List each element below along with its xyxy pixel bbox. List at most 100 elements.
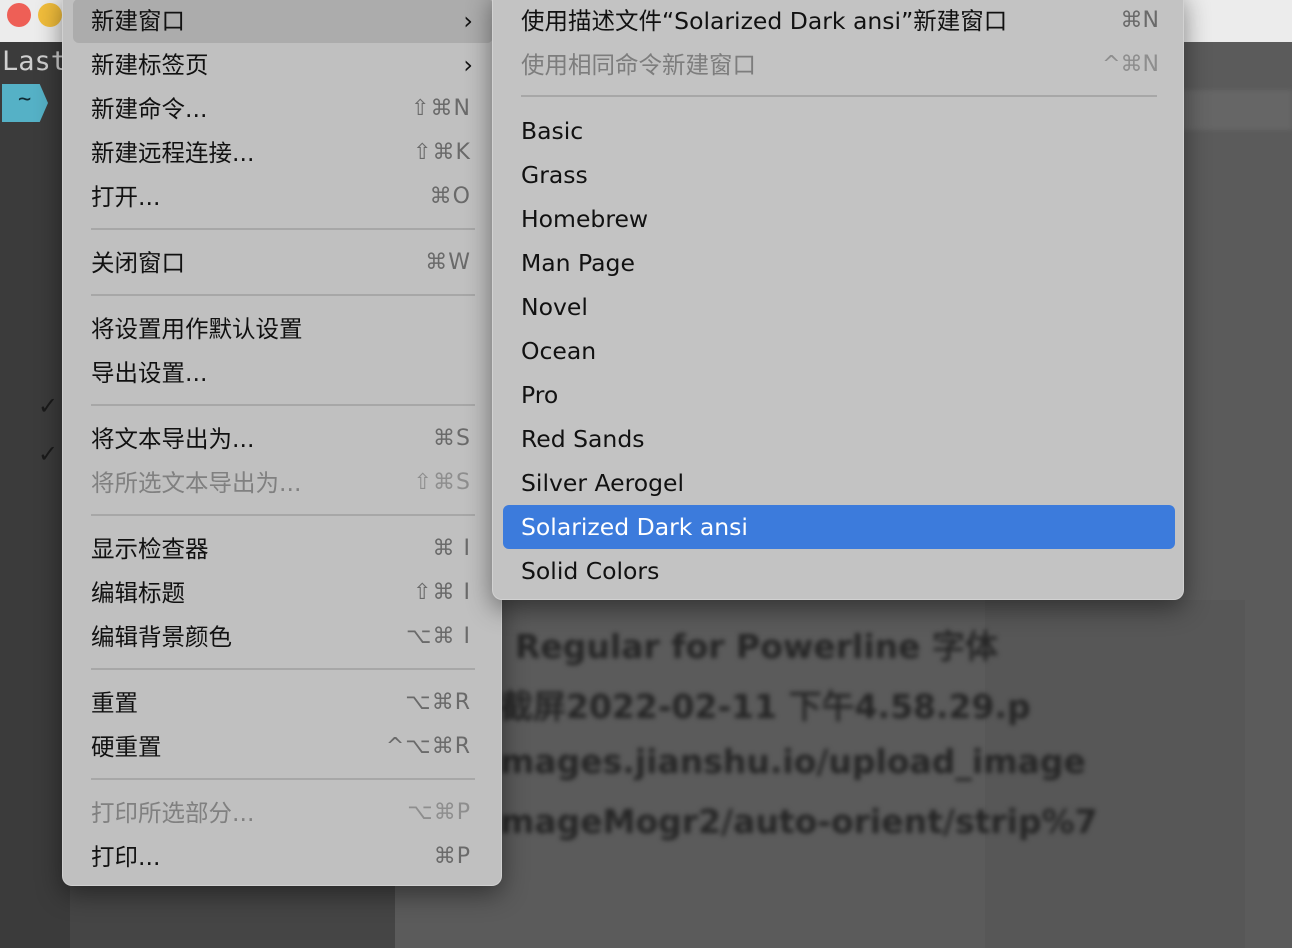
menu-separator bbox=[91, 404, 475, 406]
submenu-item-label: 使用描述文件“Solarized Dark ansi”新建窗口 bbox=[521, 7, 1008, 35]
new-window-submenu: 使用描述文件“Solarized Dark ansi”新建窗口 ⌘N 使用相同命… bbox=[492, 0, 1184, 600]
menu-item-show-inspector[interactable]: 显示检查器 ⌘ I bbox=[73, 527, 493, 571]
menu-separator bbox=[91, 228, 475, 230]
menu-separator bbox=[91, 514, 475, 516]
menu-item-label: 硬重置 bbox=[91, 733, 162, 761]
menu-item-export-settings[interactable]: 导出设置... bbox=[73, 351, 493, 395]
menu-item-shortcut: ⌥⌘ I bbox=[406, 624, 471, 649]
menu-item-label: 新建窗口 bbox=[91, 7, 185, 35]
submenu-item-label: Basic bbox=[521, 117, 584, 145]
menu-item-shortcut: ⇧⌘ I bbox=[413, 580, 471, 605]
profile-pro[interactable]: Pro bbox=[503, 373, 1175, 417]
submenu-item-new-window-with-profile[interactable]: 使用描述文件“Solarized Dark ansi”新建窗口 ⌘N bbox=[503, 0, 1175, 43]
doc-line: 截屏2022-02-11 下午4.58.29.p bbox=[500, 687, 1031, 726]
menu-item-reset[interactable]: 重置 ⌥⌘R bbox=[73, 681, 493, 725]
prompt-tilde: ~ bbox=[18, 87, 32, 112]
screen: Last ~ ✓ ✓ Regular for Powerline 字体 截屏20… bbox=[0, 0, 1292, 948]
terminal-last-login-text: Last bbox=[2, 46, 68, 77]
menu-item-label: 新建远程连接... bbox=[91, 139, 255, 167]
profile-grass[interactable]: Grass bbox=[503, 153, 1175, 197]
profile-homebrew[interactable]: Homebrew bbox=[503, 197, 1175, 241]
menu-item-shortcut: ⌘O bbox=[429, 184, 471, 209]
minimize-window-button[interactable] bbox=[38, 3, 62, 27]
menu-item-new-tab[interactable]: 新建标签页 › bbox=[73, 43, 493, 87]
chevron-right-icon: › bbox=[463, 51, 473, 79]
check-icon: ✓ bbox=[38, 392, 59, 420]
menu-item-shortcut: ⌥⌘P bbox=[407, 800, 471, 825]
menu-item-shortcut: ⌘W bbox=[425, 250, 471, 275]
menu-item-use-settings-as-default[interactable]: 将设置用作默认设置 bbox=[73, 307, 493, 351]
menu-item-hard-reset[interactable]: 硬重置 ^⌥⌘R bbox=[73, 725, 493, 769]
menu-item-edit-background-color[interactable]: 编辑背景颜色 ⌥⌘ I bbox=[73, 615, 493, 659]
check-icon: ✓ bbox=[38, 440, 59, 468]
menu-item-label: 将设置用作默认设置 bbox=[91, 315, 303, 343]
menu-item-label: 新建标签页 bbox=[91, 51, 209, 79]
submenu-item-label: Man Page bbox=[521, 249, 635, 277]
submenu-item-shortcut: ^⌘N bbox=[1102, 52, 1159, 77]
menu-item-label: 编辑标题 bbox=[91, 579, 185, 607]
menu-item-new-window[interactable]: 新建窗口 › bbox=[73, 0, 493, 43]
doc-line: Regular for Powerline 字体 bbox=[515, 627, 999, 666]
menu-item-label: 将文本导出为... bbox=[91, 425, 255, 453]
profile-solarized-dark-ansi[interactable]: Solarized Dark ansi bbox=[503, 505, 1175, 549]
submenu-item-label: Red Sands bbox=[521, 425, 645, 453]
profile-man-page[interactable]: Man Page bbox=[503, 241, 1175, 285]
profile-solid-colors[interactable]: Solid Colors bbox=[503, 549, 1175, 593]
menu-item-shortcut: ⇧⌘K bbox=[413, 140, 471, 165]
menu-item-shortcut: ⇧⌘S bbox=[413, 470, 471, 495]
profile-ocean[interactable]: Ocean bbox=[503, 329, 1175, 373]
profile-red-sands[interactable]: Red Sands bbox=[503, 417, 1175, 461]
submenu-item-label: Solarized Dark ansi bbox=[521, 513, 748, 541]
chevron-right-icon: › bbox=[463, 7, 473, 35]
menu-item-label: 编辑背景颜色 bbox=[91, 623, 232, 651]
menu-item-label: 关闭窗口 bbox=[91, 249, 185, 277]
profile-basic[interactable]: Basic bbox=[503, 109, 1175, 153]
terminal-gutter bbox=[0, 42, 70, 948]
menu-item-label: 导出设置... bbox=[91, 359, 208, 387]
menu-item-print[interactable]: 打印... ⌘P bbox=[73, 835, 493, 879]
file-menu: 新建窗口 › 新建标签页 › 新建命令... ⇧⌘N 新建远程连接... ⇧⌘K… bbox=[62, 0, 502, 886]
menu-item-label: 新建命令... bbox=[91, 95, 208, 123]
submenu-item-new-window-same-command: 使用相同命令新建窗口 ^⌘N bbox=[503, 43, 1175, 87]
menu-item-label: 将所选文本导出为... bbox=[91, 469, 302, 497]
profile-silver-aerogel[interactable]: Silver Aerogel bbox=[503, 461, 1175, 505]
submenu-item-label: Silver Aerogel bbox=[521, 469, 685, 497]
menu-item-export-text-as[interactable]: 将文本导出为... ⌘S bbox=[73, 417, 493, 461]
menu-item-shortcut: ⌥⌘R bbox=[405, 690, 471, 715]
menu-separator bbox=[91, 294, 475, 296]
close-window-button[interactable] bbox=[7, 3, 31, 27]
menu-item-label: 打开... bbox=[91, 183, 161, 211]
menu-item-shortcut: ⇧⌘N bbox=[411, 96, 471, 121]
submenu-item-label: Grass bbox=[521, 161, 588, 189]
submenu-item-label: Ocean bbox=[521, 337, 597, 365]
submenu-item-label: Homebrew bbox=[521, 205, 649, 233]
menu-item-print-selection: 打印所选部分... ⌥⌘P bbox=[73, 791, 493, 835]
menu-item-shortcut: ⌘S bbox=[433, 426, 471, 451]
submenu-item-label: Solid Colors bbox=[521, 557, 660, 585]
menu-item-edit-title[interactable]: 编辑标题 ⇧⌘ I bbox=[73, 571, 493, 615]
menu-item-close-window[interactable]: 关闭窗口 ⌘W bbox=[73, 241, 493, 285]
menu-separator bbox=[91, 778, 475, 780]
menu-separator bbox=[91, 668, 475, 670]
menu-item-open[interactable]: 打开... ⌘O bbox=[73, 175, 493, 219]
menu-item-shortcut: ⌘ I bbox=[432, 536, 471, 561]
profile-novel[interactable]: Novel bbox=[503, 285, 1175, 329]
menu-item-label: 打印所选部分... bbox=[91, 799, 255, 827]
doc-line: mages.jianshu.io/upload_image bbox=[500, 742, 1086, 781]
menu-item-label: 打印... bbox=[91, 843, 161, 871]
submenu-item-label: Novel bbox=[521, 293, 588, 321]
menu-item-new-remote-connection[interactable]: 新建远程连接... ⇧⌘K bbox=[73, 131, 493, 175]
menu-item-shortcut: ⌘P bbox=[433, 844, 471, 869]
menu-item-new-command[interactable]: 新建命令... ⇧⌘N bbox=[73, 87, 493, 131]
submenu-item-shortcut: ⌘N bbox=[1120, 8, 1159, 33]
menu-item-shortcut: ^⌥⌘R bbox=[385, 734, 471, 759]
submenu-separator bbox=[521, 95, 1157, 97]
document-header bbox=[1180, 90, 1292, 130]
submenu-item-label: Pro bbox=[521, 381, 559, 409]
terminal-prompt: ~ bbox=[2, 84, 48, 122]
submenu-item-label: 使用相同命令新建窗口 bbox=[521, 51, 756, 79]
menu-item-label: 重置 bbox=[91, 689, 138, 717]
menu-item-export-selected-text-as: 将所选文本导出为... ⇧⌘S bbox=[73, 461, 493, 505]
doc-line: mageMogr2/auto-orient/strip%7 bbox=[500, 802, 1098, 841]
menu-item-label: 显示检查器 bbox=[91, 535, 209, 563]
